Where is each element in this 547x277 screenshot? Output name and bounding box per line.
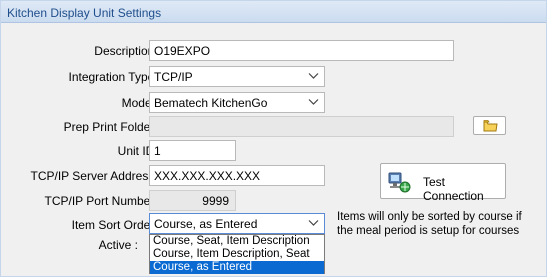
unit-id-label: Unit ID : [117,144,161,158]
integration-type-select[interactable]: TCP/IP [149,66,325,87]
prep-print-folder-label: Prep Print Folder : [63,120,161,134]
test-connection-label: Test Connection [423,175,484,203]
test-connection-button[interactable]: Test Connection [380,163,506,203]
model-value: Bematech KitchenGo [154,96,268,110]
dropdown-option-selected[interactable]: Course, as Entered [150,261,324,274]
chevron-down-icon [308,217,319,228]
server-address-input[interactable]: XXX.XXX.XXX.XXX [149,165,325,186]
server-address-label: TCP/IP Server Address : [30,169,162,183]
item-sort-order-select[interactable]: Course, as Entered [149,213,325,234]
item-sort-order-label: Item Sort Order : [71,218,161,232]
browse-folder-button[interactable] [473,116,506,135]
description-label: Description : [94,44,161,58]
item-sort-order-value: Course, as Entered [154,217,258,231]
prep-print-folder-input[interactable] [149,116,454,137]
integration-type-label: Integration Type : [68,70,161,84]
port-number-label: TCP/IP Port Number : [44,194,161,208]
folder-icon [483,119,498,135]
model-select[interactable]: Bematech KitchenGo [149,92,325,113]
active-label: Active : [98,238,138,252]
description-input[interactable]: O19EXPO [149,40,454,61]
integration-type-value: TCP/IP [154,70,193,84]
network-computer-icon [387,170,411,194]
sort-order-note: Items will only be sorted by course if t… [337,211,522,237]
chevron-down-icon [308,96,319,107]
chevron-down-icon [308,70,319,81]
model-label: Model : [121,96,161,110]
panel-title: Kitchen Display Unit Settings [1,1,546,23]
item-sort-order-dropdown: Course, Seat, Item Description Course, I… [149,234,325,274]
unit-id-input[interactable]: 1 [149,140,236,161]
dropdown-option[interactable]: Course, Item Description, Seat [150,248,324,261]
port-number-input[interactable]: 9999 [149,190,236,211]
kitchen-display-settings-panel: Kitchen Display Unit Settings Descriptio… [0,0,547,277]
dropdown-option[interactable]: Course, Seat, Item Description [150,235,324,248]
